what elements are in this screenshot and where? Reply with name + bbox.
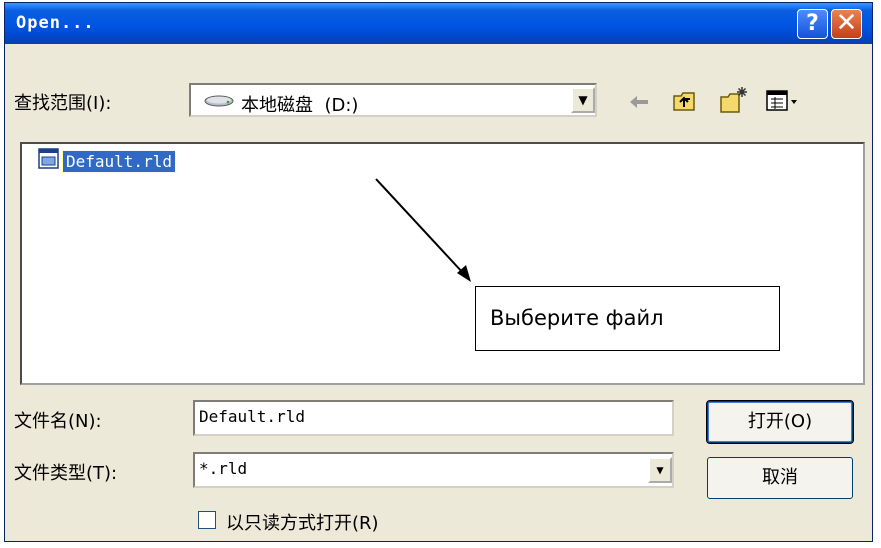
filetype-dropdown-button[interactable]: ▼: [648, 457, 672, 483]
filename-label: 文件名(N):: [14, 411, 102, 432]
annotation-text: Выберите файл: [490, 306, 664, 330]
filetype-value: *.rld: [199, 459, 248, 478]
readonly-checkbox[interactable]: [198, 511, 216, 529]
filetype-select[interactable]: *.rld ▼: [193, 452, 674, 488]
open-button[interactable]: 打开(O): [706, 400, 854, 444]
cancel-button[interactable]: 取消: [707, 457, 853, 499]
annotation-callout: Выберите файл: [475, 286, 780, 351]
filename-input[interactable]: Default.rld: [193, 400, 674, 436]
filetype-label: 文件类型(T):: [14, 463, 118, 484]
open-dialog: Open... ? ✕ 查找范围(I): 本地磁盘 (D:) ▼ Default…: [4, 2, 873, 542]
readonly-label: 以只读方式打开(R): [226, 513, 379, 534]
